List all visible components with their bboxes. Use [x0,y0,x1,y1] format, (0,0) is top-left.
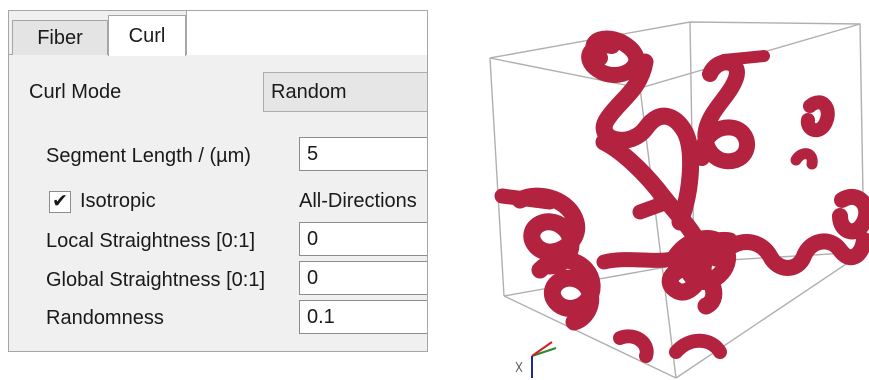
fiber-tube [800,95,835,138]
tab-bar: Fiber Curl [9,11,427,56]
box-edge [489,57,505,297]
fiber-tube [693,54,755,170]
curl-mode-label: Curl Mode [29,81,122,103]
fiber-tube [581,30,645,83]
segment-length-label: Segment Length / (µm) [46,145,251,167]
fiber-render [489,21,869,379]
fiber-3d-viewport[interactable] [480,0,869,380]
curl-mode-select[interactable]: Random [263,72,427,112]
tab-curl[interactable]: Curl [108,15,186,56]
fiber-tube [669,333,727,359]
global-straightness-value: 0 [307,266,319,289]
curl-tab-content: Curl Mode Random Segment Length / (µm) 5… [9,55,427,351]
axis-glyph [515,361,523,373]
fiber-tube [718,232,869,276]
curl-mode-value: Random [271,80,347,103]
tab-bar-filler [186,11,427,55]
direction-label: All-Directions [299,190,417,212]
fiber-tube [494,188,558,210]
local-straightness-label: Local Straightness [0:1] [46,230,256,252]
tab-fiber[interactable]: Fiber [12,20,108,55]
segment-length-value: 5 [307,142,319,165]
segment-length-input[interactable]: 5 [299,137,427,171]
local-straightness-value: 0 [307,227,319,250]
box-front-edges [489,23,861,89]
global-straightness-input[interactable]: 0 [299,261,427,295]
randomness-value: 0.1 [307,305,335,328]
axis-x-line [531,347,557,357]
local-straightness-input[interactable]: 0 [299,222,427,256]
randomness-label: Randomness [46,307,164,329]
isotropic-checkbox[interactable]: ✔ [49,191,71,213]
axis-y-line [531,341,553,357]
global-straightness-label: Global Straightness [0:1] [46,269,266,291]
checkmark-icon: ✔ [52,191,68,212]
curl-settings-panel: Fiber Curl Curl Mode Random Segment Leng… [8,10,428,352]
isotropic-label: Isotropic [80,190,156,212]
fiber-tube [718,50,770,66]
randomness-input[interactable]: 0.1 [299,300,427,334]
fiber-tube [632,196,670,220]
fiber-tube [790,148,818,170]
fiber-tube [832,188,869,240]
